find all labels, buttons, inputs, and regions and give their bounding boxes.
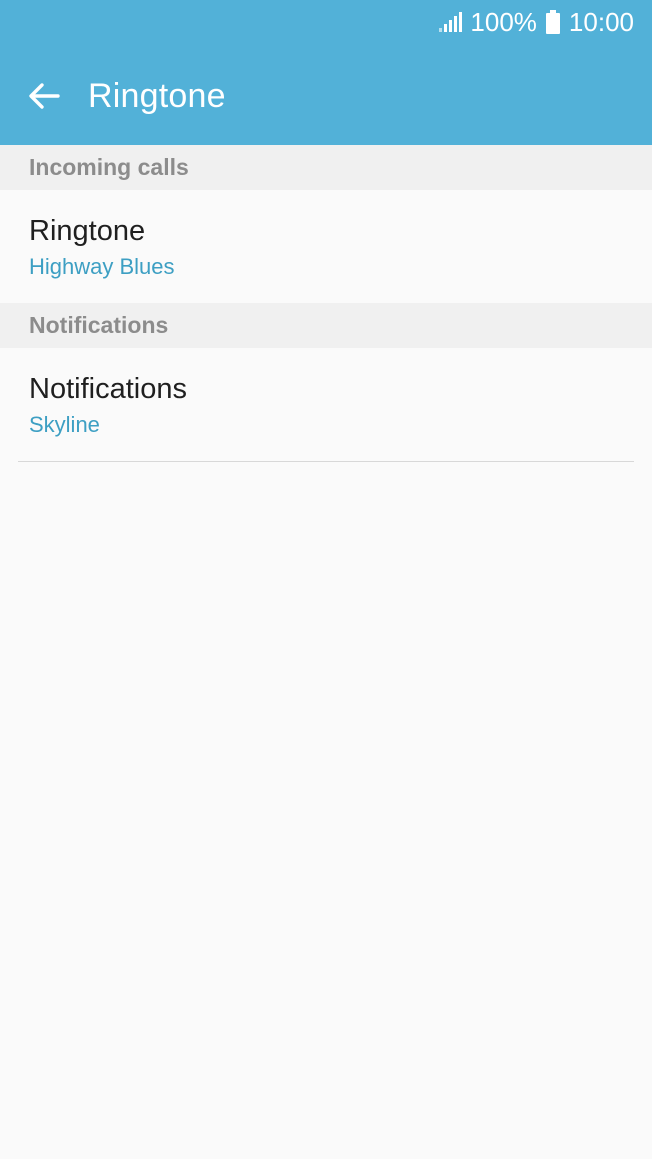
settings-list: Incoming calls Ringtone Highway Blues No… (0, 145, 652, 462)
section-header-notifications: Notifications (0, 303, 652, 348)
notifications-setting-item[interactable]: Notifications Skyline (0, 348, 652, 461)
section-header-incoming-calls: Incoming calls (0, 145, 652, 190)
status-time: 10:00 (568, 6, 634, 37)
battery-icon (545, 10, 560, 34)
status-icons: 100% 10:00 (438, 6, 634, 38)
ringtone-setting-value: Highway Blues (29, 253, 175, 279)
notifications-setting-title: Notifications (29, 372, 187, 405)
back-button[interactable] (0, 52, 88, 140)
toolbar: Ringtone (0, 52, 652, 140)
status-bar: 100% 10:00 (0, 0, 652, 44)
ringtone-setting-item[interactable]: Ringtone Highway Blues (0, 190, 652, 303)
battery-percent: 100% (470, 6, 537, 37)
ringtone-settings-screen: 100% 10:00 Ringtone Incoming calls Ringt… (0, 0, 652, 1159)
arrow-left-icon (29, 83, 60, 109)
signal-icon (439, 12, 463, 32)
ringtone-setting-title: Ringtone (29, 214, 146, 247)
app-bar: 100% 10:00 Ringtone (0, 0, 652, 145)
list-divider (18, 461, 634, 462)
notifications-setting-value: Skyline (29, 411, 100, 437)
page-title: Ringtone (88, 76, 226, 115)
